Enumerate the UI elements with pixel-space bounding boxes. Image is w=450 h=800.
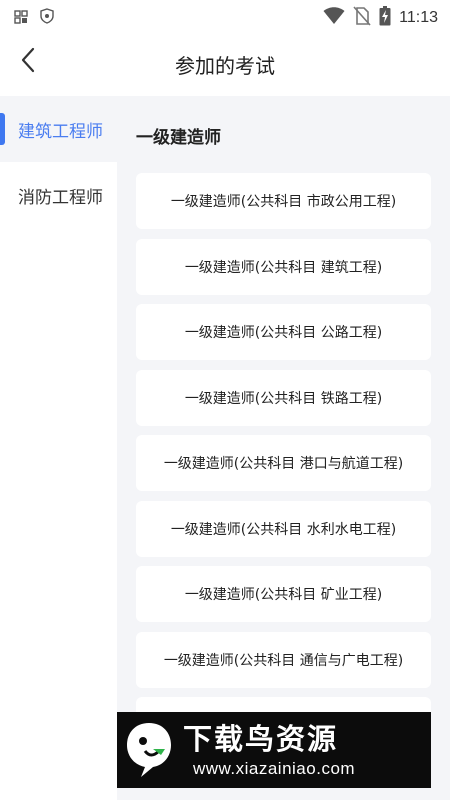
exam-card-label: 一级建造师(公共科目 矿业工程) xyxy=(184,587,383,603)
active-indicator xyxy=(0,113,5,145)
watermark-name: 下载鸟资源 xyxy=(183,722,339,756)
exam-card-label: 一级建造师(公共科目 水利水电工程) xyxy=(170,521,397,538)
section-title: 一级建造师 xyxy=(136,128,221,148)
app-header: 参加的考试 xyxy=(0,32,450,92)
status-bar: 11:13 xyxy=(0,0,450,32)
exam-card-label: 一级建造师(公共科目 港口与航道工程) xyxy=(163,456,404,472)
shield-icon xyxy=(40,8,54,28)
exam-card-label: 一级建造师(公共科目 铁路工程) xyxy=(184,390,383,407)
sidebar: 建筑工程师 消防工程师 xyxy=(0,96,117,800)
no-sim-icon xyxy=(353,6,371,30)
exam-card-label: 一级建造师(公共科目 公路工程) xyxy=(184,325,383,341)
status-bar-left xyxy=(14,8,54,28)
grid-icon xyxy=(14,9,28,28)
battery-charging-icon xyxy=(379,6,391,30)
exam-card[interactable]: 一级建造师(公共科目 市政公用工程) xyxy=(136,173,431,229)
exam-card-label: 一级建造师(公共科目 市政公用工程) xyxy=(170,194,397,210)
sidebar-item-fire-engineer[interactable]: 消防工程师 xyxy=(0,162,117,228)
exam-card-label: 一级建造师(公共科目 通信与广电工程) xyxy=(163,652,404,669)
exam-card[interactable]: 一级建造师(公共科目 建筑工程) xyxy=(136,238,431,295)
watermark-banner: 下载鸟资源 www.xiazainiao.com xyxy=(117,712,431,788)
exam-card[interactable]: 一级建造师(公共科目 矿业工程) xyxy=(136,566,431,622)
status-time: 11:13 xyxy=(399,9,438,26)
exam-card[interactable]: 一级建造师(公共科目 公路工程) xyxy=(136,304,431,360)
exam-card[interactable]: 一级建造师(公共科目 港口与航道工程) xyxy=(136,435,431,491)
wifi-icon xyxy=(323,7,345,29)
exam-card[interactable]: 一级建造师(公共科目 水利水电工程) xyxy=(136,500,431,557)
status-bar-right: 11:13 xyxy=(323,6,438,30)
exam-content: 一级建造师 一级建造师(公共科目 市政公用工程) 一级建造师(公共科目 建筑工程… xyxy=(117,96,450,800)
exam-list: 一级建造师(公共科目 市政公用工程) 一级建造师(公共科目 建筑工程) 一级建造… xyxy=(136,173,431,763)
watermark-url: www.xiazainiao.com xyxy=(193,759,356,778)
exam-card[interactable]: 一级建造师(公共科目 通信与广电工程) xyxy=(136,631,431,688)
page-title: 参加的考试 xyxy=(175,54,275,78)
exam-card[interactable]: 一级建造师(公共科目 铁路工程) xyxy=(136,369,431,426)
sidebar-item-label: 建筑工程师 xyxy=(18,121,103,142)
sidebar-item-label: 消防工程师 xyxy=(18,187,103,208)
bird-logo-icon xyxy=(117,712,181,788)
sidebar-item-architecture-engineer[interactable]: 建筑工程师 xyxy=(0,96,117,162)
watermark-text: 下载鸟资源 www.xiazainiao.com xyxy=(183,720,355,780)
exam-card-label: 一级建造师(公共科目 建筑工程) xyxy=(184,259,383,276)
